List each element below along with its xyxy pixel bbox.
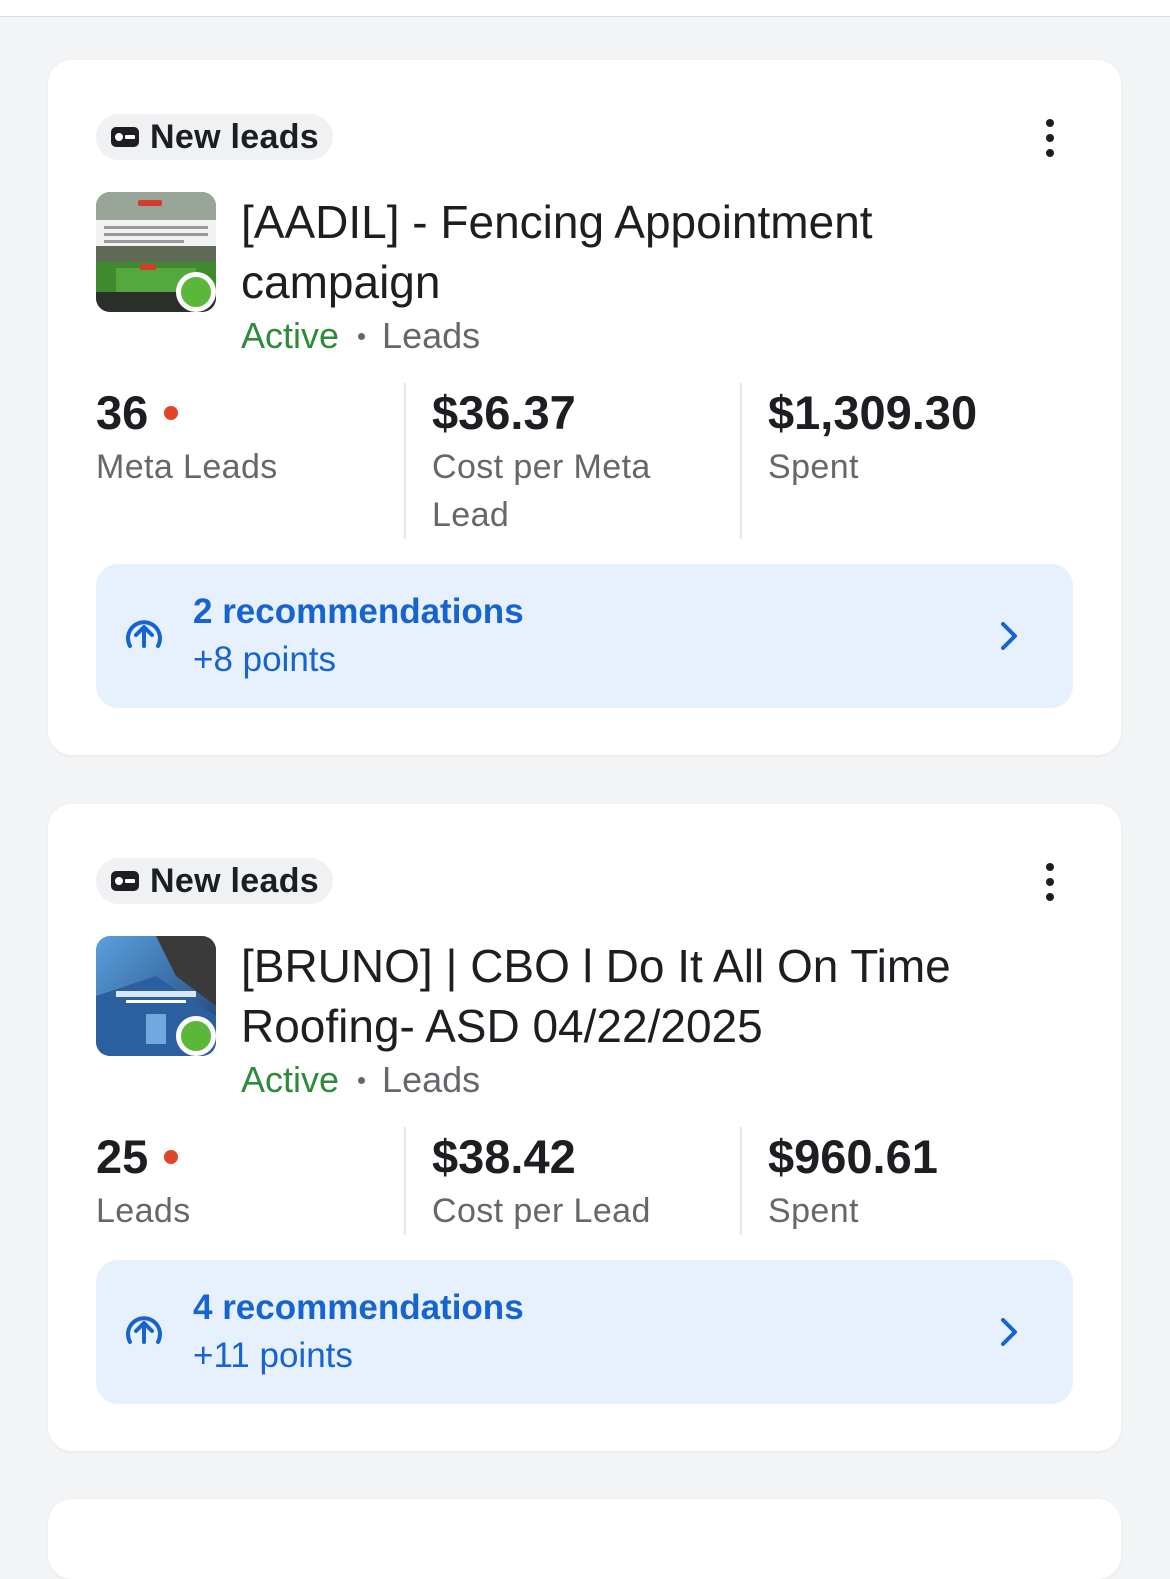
active-status-dot — [176, 272, 216, 312]
campaign-card[interactable]: New leads [BRUNO] | CBO l Do It All On T… — [48, 804, 1121, 1451]
campaign-title-line-2: campaign — [241, 256, 441, 308]
objective-text: Leads — [382, 315, 481, 356]
metric-results: 36 Meta Leads — [96, 383, 404, 539]
metric-value: 25 — [96, 1127, 404, 1187]
status-text: Active — [241, 1059, 340, 1100]
metric-value-text: 36 — [96, 386, 149, 439]
campaign-title-line-2: Roofing- ASD 04/22/2025 — [241, 1000, 763, 1052]
metric-value-text: 25 — [96, 1130, 149, 1183]
metric-results: 25 Leads — [96, 1127, 404, 1235]
campaign-title-line-1: [AADIL] - Fencing Appointment — [241, 196, 873, 248]
campaign-title[interactable]: [BRUNO] | CBO l Do It All On Time Roofin… — [241, 936, 1041, 1056]
lead-form-icon — [111, 127, 139, 147]
recommendations-text: 2 recommendations +8 points — [193, 588, 524, 684]
recommendations-button[interactable]: 4 recommendations +11 points — [96, 1260, 1073, 1404]
separator-dot — [358, 1076, 366, 1084]
campaign-status-row: Active Leads — [241, 1058, 480, 1102]
new-leads-badge: New leads — [96, 114, 333, 160]
recommendations-count: 2 recommendations — [193, 592, 524, 631]
chevron-right-icon — [1001, 622, 1017, 650]
new-leads-badge: New leads — [96, 858, 333, 904]
metric-spent: $1,309.30 Spent — [740, 383, 1048, 539]
more-vertical-icon — [1046, 863, 1054, 901]
campaign-thumbnail[interactable] — [96, 192, 216, 312]
recommendations-count: 4 recommendations — [193, 1288, 524, 1327]
status-text: Active — [241, 315, 340, 356]
metrics-row: 25 Leads $38.42 Cost per Lead $960.61 Sp… — [96, 1127, 1073, 1235]
active-status-dot — [176, 1016, 216, 1056]
recommendations-text: 4 recommendations +11 points — [193, 1284, 524, 1380]
metric-value: $960.61 — [768, 1130, 938, 1183]
alert-dot — [164, 1150, 179, 1164]
campaign-title-line-1: [BRUNO] | CBO l Do It All On Time — [241, 940, 951, 992]
campaign-thumbnail[interactable] — [96, 936, 216, 1056]
arrow-up-circle-icon — [126, 1316, 162, 1344]
metric-cost-per-result: $38.42 Cost per Lead — [404, 1127, 740, 1235]
metric-value: $36.37 — [432, 386, 576, 439]
metric-label: Leads — [96, 1192, 191, 1230]
metric-label: Spent — [768, 448, 859, 486]
campaign-title[interactable]: [AADIL] - Fencing Appointment campaign — [241, 192, 1041, 312]
badge-label: New leads — [150, 861, 319, 900]
metric-label: Meta Leads — [96, 448, 278, 486]
metrics-row: 36 Meta Leads $36.37 Cost per Meta Lead … — [96, 383, 1073, 539]
badge-label: New leads — [150, 117, 319, 156]
metric-value: $1,309.30 — [768, 386, 978, 439]
recommendations-button[interactable]: 2 recommendations +8 points — [96, 564, 1073, 708]
campaign-status-row: Active Leads — [241, 314, 480, 358]
top-bar-divider — [0, 0, 1170, 17]
metric-cost-per-result: $36.37 Cost per Meta Lead — [404, 383, 740, 539]
alert-dot — [164, 406, 179, 420]
objective-text: Leads — [382, 1059, 481, 1100]
more-options-button[interactable] — [1035, 862, 1065, 902]
campaign-card[interactable]: New leads [AADIL] - Fencing Appointment … — [48, 60, 1121, 755]
chevron-right-icon — [1001, 1318, 1017, 1346]
recommendations-points: +11 points — [193, 1336, 353, 1375]
campaign-card[interactable] — [48, 1499, 1121, 1579]
metric-label: Cost per Lead — [432, 1192, 651, 1230]
lead-form-icon — [111, 871, 139, 891]
arrow-up-circle-icon — [126, 620, 162, 648]
metric-spent: $960.61 Spent — [740, 1127, 1048, 1235]
more-options-button[interactable] — [1035, 118, 1065, 158]
metric-value: $38.42 — [432, 1130, 576, 1183]
metric-value: 36 — [96, 383, 404, 443]
metric-label: Cost per Meta — [432, 448, 651, 486]
more-vertical-icon — [1046, 119, 1054, 157]
recommendations-points: +8 points — [193, 640, 337, 679]
metric-label: Spent — [768, 1192, 859, 1230]
metric-label-line-2: Lead — [432, 496, 510, 534]
separator-dot — [358, 332, 366, 340]
